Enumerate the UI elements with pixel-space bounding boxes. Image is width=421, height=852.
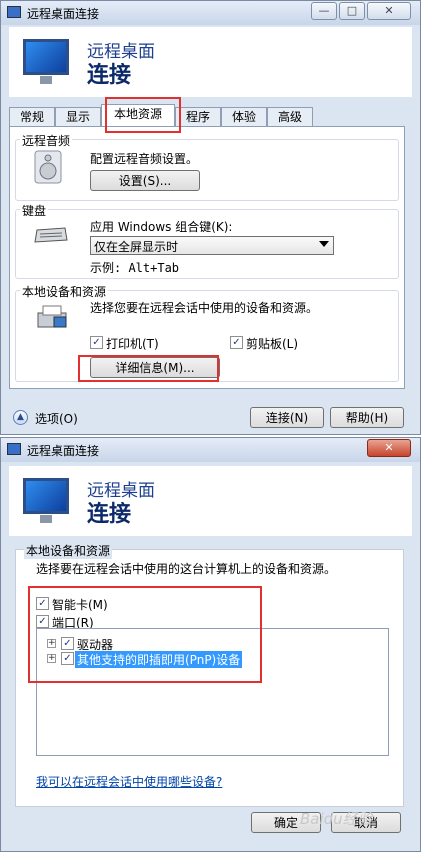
remote-audio-label: 远程音频 <box>20 132 73 149</box>
tab-programs[interactable]: 程序 <box>175 107 221 126</box>
keyboard-icon <box>34 227 68 243</box>
maximize-button[interactable]: □ <box>339 2 365 20</box>
minimize-button[interactable]: — <box>311 2 337 20</box>
dropdown-selected-value: 仅在全屏显示时 <box>94 240 179 254</box>
dropdown-arrow-icon <box>319 241 329 247</box>
rdc-app-icon <box>7 6 21 18</box>
clipboard-label: 剪贴板(L) <box>246 337 299 351</box>
connect-button[interactable]: 连接(N) <box>250 407 324 428</box>
title-bar[interactable]: 远程桌面连接 — □ ✕ <box>1 1 420 25</box>
options-label[interactable]: 选项(O) <box>35 410 78 427</box>
clipboard-checkbox[interactable]: ✓ <box>230 336 243 349</box>
title-bar-2[interactable]: 远程桌面连接 ✕ <box>1 438 420 462</box>
keyboard-label: 键盘 <box>20 202 49 219</box>
monitor-icon <box>23 39 69 84</box>
highlight-device-options <box>28 586 262 683</box>
tab-advanced[interactable]: 高级 <box>267 107 313 126</box>
tab-experience[interactable]: 体验 <box>221 107 267 126</box>
windows-keys-dropdown[interactable]: 仅在全屏显示时 <box>90 236 334 255</box>
header-subtitle-2: 连接 <box>87 502 132 527</box>
dialog-header-2: 远程桌面 连接 <box>9 466 412 536</box>
printer-label: 打印机(T) <box>106 337 159 351</box>
close-button[interactable]: ✕ <box>367 2 411 20</box>
keyboard-group: 键盘 应用 Windows 组合键(K): 仅在全屏显示时 示例: Alt+Ta… <box>15 202 399 279</box>
printer-checkbox[interactable]: ✓ <box>90 336 103 349</box>
monitor-icon-2 <box>23 478 69 523</box>
header-subtitle: 连接 <box>87 63 132 88</box>
help-button[interactable]: 帮助(H) <box>330 407 404 428</box>
window-title: 远程桌面连接 <box>27 7 100 21</box>
tab-display[interactable]: 显示 <box>55 107 101 126</box>
keyboard-example: 示例: Alt+Tab <box>90 261 180 275</box>
highlight-local-resources-tab <box>105 97 181 133</box>
audio-desc: 配置远程音频设置。 <box>90 152 199 166</box>
printer-devices-icon <box>37 305 67 328</box>
speaker-icon <box>34 150 62 184</box>
devices-desc-2: 选择要在远程会话中使用的这台计算机上的设备和资源。 <box>36 562 337 576</box>
baidu-watermark: Baidu经验 <box>300 810 373 828</box>
window-title-2: 远程桌面连接 <box>27 444 100 458</box>
dialog-header: 远程桌面 连接 <box>9 27 412 97</box>
rdc-app-icon-2 <box>7 443 21 455</box>
remote-audio-group: 远程音频 配置远程音频设置。 设置(S)... <box>15 132 399 201</box>
close-button-2[interactable]: ✕ <box>367 439 411 457</box>
devices-help-link[interactable]: 我可以在远程会话中使用哪些设备? <box>36 773 222 790</box>
apply-windows-keys-label: 应用 Windows 组合键(K): <box>90 220 233 234</box>
devices-desc: 选择您要在远程会话中使用的设备和资源。 <box>90 301 319 315</box>
options-toggle-icon[interactable]: ▲ <box>13 410 28 425</box>
highlight-details-button <box>78 355 219 382</box>
local-resources-panel: 远程音频 配置远程音频设置。 设置(S)... 键盘 应用 Windows 组合… <box>9 126 405 389</box>
devices-group-label: 本地设备和资源 <box>24 542 113 559</box>
audio-settings-button[interactable]: 设置(S)... <box>90 170 200 191</box>
tab-general[interactable]: 常规 <box>9 107 55 126</box>
local-devices-label: 本地设备和资源 <box>20 283 109 300</box>
